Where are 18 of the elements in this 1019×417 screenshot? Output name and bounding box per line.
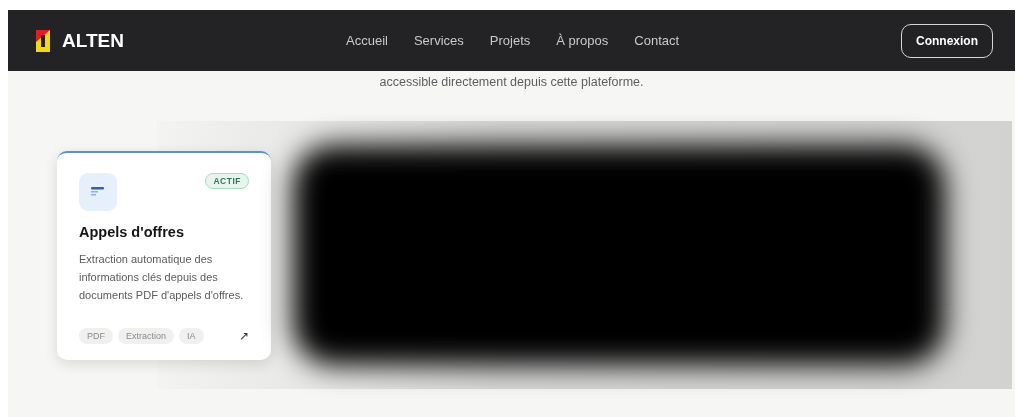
nav-link[interactable]: Projets xyxy=(489,33,531,48)
card-description: Extraction automatique des informations clés depuis des documents PDF d'appels d'offres. xyxy=(79,251,245,303)
nav-link[interactable]: Accueil xyxy=(346,33,388,48)
tag: Extraction xyxy=(118,327,175,344)
document-icon xyxy=(79,172,117,211)
intro-text: accessible directement depuis cette plateforme. xyxy=(378,75,645,89)
card-title: Appels d'offres xyxy=(79,223,185,240)
logo-icon xyxy=(36,29,50,52)
nav-link[interactable]: Services xyxy=(413,33,464,48)
nav-link[interactable]: À propos xyxy=(556,33,609,48)
login-button[interactable]: Connexion xyxy=(901,23,993,58)
service-card[interactable]: ACTIF Appels d'offres Extraction automatique des informations clés depuis des documents PDF d'appels d'offres. PDF Extraction IA ↗ xyxy=(57,150,271,360)
tag: IA xyxy=(179,327,204,344)
status-badge: ACTIF xyxy=(205,172,249,189)
nav-link[interactable]: Contact xyxy=(634,33,680,48)
brand-name: ALTEN xyxy=(62,29,124,52)
tag: PDF xyxy=(79,327,113,344)
arrow-link[interactable]: ↗ xyxy=(239,328,249,343)
